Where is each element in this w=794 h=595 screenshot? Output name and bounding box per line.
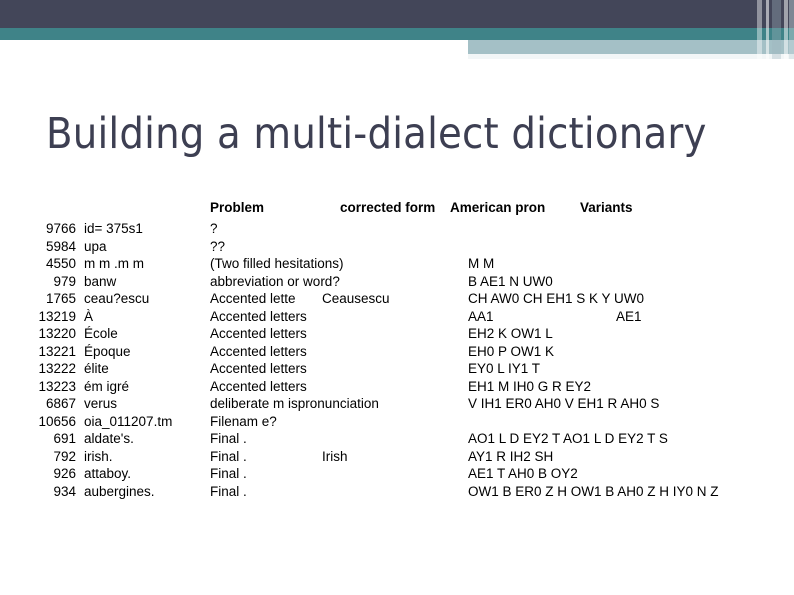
- cell-word: m m .m m: [84, 256, 144, 271]
- header-accent-stripe-4: [784, 0, 788, 59]
- cell-word: ceau?escu: [84, 291, 150, 306]
- header-accent-stripe-1: [757, 0, 762, 59]
- cell-problem: Filenam e?: [210, 413, 277, 429]
- header-band-teal-right: [468, 28, 794, 40]
- cell-american-pron: EY0 L IY1 T: [468, 361, 541, 376]
- header-accent-stripe-2: [766, 0, 769, 59]
- table-row: 979 banw abbreviation or word? B AE1 N UW0: [0, 274, 794, 292]
- cell-id: 934: [53, 483, 76, 499]
- table-row: 4550 m m .m m (Two filled hesitations) M M: [0, 256, 794, 274]
- cell-problem: Accented letters: [210, 343, 307, 359]
- cell-id: 9766: [45, 221, 76, 236]
- table-row: 934 aubergines. Final . OW1 B ER0 Z H OW1 B…: [0, 484, 794, 502]
- cell-id: 13220: [38, 326, 76, 341]
- table-body: 9766 id= 375s1? 5984 upa?? 4550 m m .m m (Two …: [0, 221, 794, 501]
- pronunciation-table: Problem corrected form American pron Var…: [0, 200, 794, 501]
- header-decoration: [0, 0, 794, 60]
- table-row: 13219 À Accented letters AA1 AE1: [0, 309, 794, 327]
- cell-word: École: [84, 326, 118, 341]
- cell-american-pron: EH1 M IH0 G R EY2: [468, 378, 592, 394]
- cell-american-pron: AY1 R IH2 SH: [468, 448, 554, 464]
- table-row: 13221 Époque Accented letters EH0 P OW1 K: [0, 344, 794, 362]
- cell-problem: deliberate m ispronunciation: [210, 396, 379, 411]
- column-header-american-pron: American pron: [450, 200, 546, 215]
- cell-word: À: [84, 308, 94, 324]
- slide-title: Building a multi-dialect dictionary: [46, 109, 707, 159]
- cell-problem: Accented letters: [210, 361, 307, 376]
- cell-id: 13221: [38, 343, 76, 359]
- cell-word: aldate's.: [84, 431, 134, 446]
- cell-problem: Accented letters: [210, 378, 307, 394]
- table-row: 5984 upa??: [0, 239, 794, 257]
- cell-id: 13223: [38, 378, 76, 394]
- cell-problem: Accented letters: [210, 308, 307, 324]
- table-row: 792 irish. Final . Irish AY1 R IH2 SH: [0, 449, 794, 467]
- cell-id: 13222: [38, 361, 76, 376]
- cell-american-pron: OW1 B ER0 Z H OW1 B AH0 Z H IY0 N Z: [468, 483, 719, 499]
- cell-problem: (Two filled hesitations): [210, 256, 344, 271]
- cell-american-pron: M M: [468, 256, 495, 271]
- cell-american-pron: B AE1 N UW0: [468, 273, 553, 289]
- cell-american-pron: CH AW0 CH EH1 S K Y UW0: [468, 291, 645, 306]
- cell-word: élite: [84, 361, 109, 376]
- cell-problem: Final .: [210, 431, 247, 446]
- table-row: 13223 ém igré Accented letters EH1 M IH0 G …: [0, 379, 794, 397]
- header-band-teal-left: [0, 28, 468, 40]
- cell-american-pron: EH0 P OW1 K: [468, 343, 555, 359]
- cell-word: Époque: [84, 343, 131, 359]
- cell-id: 792: [53, 448, 76, 464]
- cell-american-pron: AE1 T AH0 B OY2: [468, 466, 578, 481]
- cell-problem: Final .: [210, 466, 247, 481]
- cell-id: 13219: [38, 308, 76, 324]
- cell-american-pron: AO1 L D EY2 T AO1 L D EY2 T S: [468, 431, 668, 446]
- table-row: 6867 verus deliberate m ispronunciation V I…: [0, 396, 794, 414]
- header-band-pale: [468, 54, 794, 59]
- cell-word: ém igré: [84, 378, 130, 394]
- table-row: 10656 oia_011207.tm Filenam e?: [0, 414, 794, 432]
- table-row: 9766 id= 375s1?: [0, 221, 794, 239]
- cell-corrected-form: Ceausescu: [322, 291, 390, 306]
- header-band-dark: [0, 0, 794, 28]
- column-header-variants: Variants: [580, 200, 633, 215]
- cell-word: aubergines.: [84, 483, 155, 499]
- column-header-problem: Problem: [210, 200, 265, 215]
- cell-word: id= 375s1: [84, 221, 143, 236]
- table-row: 13220 École Accented letters EH2 K OW1 L: [0, 326, 794, 344]
- cell-problem: Accented letters: [210, 326, 307, 341]
- table-header-row: Problem corrected form American pron Var…: [0, 200, 794, 221]
- cell-word: banw: [84, 273, 117, 289]
- cell-corrected-form: Irish: [322, 448, 348, 464]
- cell-problem: abbreviation or word?: [210, 273, 340, 289]
- cell-word: verus: [84, 396, 118, 411]
- cell-word: upa: [84, 238, 107, 254]
- table-row: 13222 élite Accented letters EY0 L IY1 T: [0, 361, 794, 379]
- table-row: 926 attaboy. Final . AE1 T AH0 B OY2: [0, 466, 794, 484]
- cell-variants: AE1: [616, 308, 642, 324]
- cell-american-pron: EH2 K OW1 L: [468, 326, 553, 341]
- cell-word: irish.: [84, 448, 113, 464]
- cell-id: 10656: [38, 413, 76, 429]
- cell-id: 1765: [45, 291, 76, 306]
- table-row: 1765 ceau?escu Accented lette Ceausescu CH A…: [0, 291, 794, 309]
- table-row: 691 aldate's. Final . AO1 L D EY2 T AO1 L D…: [0, 431, 794, 449]
- cell-id: 979: [53, 273, 76, 289]
- cell-id: 5984: [45, 238, 76, 254]
- cell-id: 926: [53, 466, 76, 481]
- cell-american-pron: V IH1 ER0 AH0 V EH1 R AH0 S: [468, 396, 660, 411]
- header-accent-stripe-5: [789, 0, 794, 59]
- cell-word: oia_011207.tm: [84, 413, 173, 429]
- cell-id: 691: [53, 431, 76, 446]
- column-header-corrected-form: corrected form: [340, 200, 436, 215]
- header-accent-stripe-3: [772, 0, 781, 59]
- cell-problem: ?: [210, 221, 218, 236]
- cell-id: 6867: [45, 396, 76, 411]
- cell-problem: ??: [210, 238, 226, 254]
- cell-id: 4550: [45, 256, 76, 271]
- cell-problem: Final .: [210, 483, 247, 499]
- header-band-light-blue: [468, 40, 794, 54]
- cell-word: attaboy.: [84, 466, 132, 481]
